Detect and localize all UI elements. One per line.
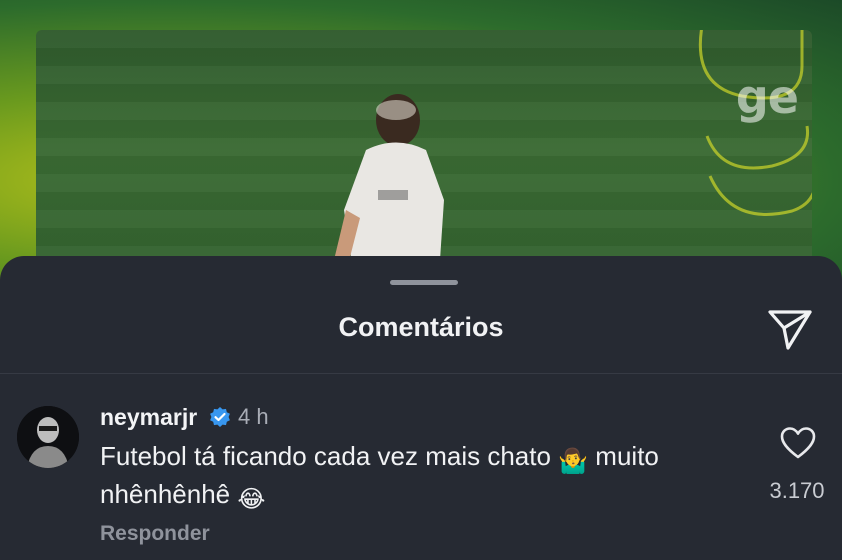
send-icon[interactable] <box>766 306 814 352</box>
ge-logo: ge <box>735 70 799 124</box>
comment-text-part2: muito <box>595 441 659 471</box>
player-figure <box>334 94 444 270</box>
comment-text-part1: Futebol tá ficando cada vez mais chato <box>100 441 551 471</box>
comment-username[interactable]: neymarjr <box>100 404 197 431</box>
avatar-image <box>17 406 79 468</box>
comments-sheet: Comentários neymarjr 4 h Futebol tá fica… <box>0 256 842 560</box>
divider <box>0 373 842 374</box>
comment-time: 4 h <box>238 404 269 429</box>
heart-icon[interactable] <box>780 426 816 460</box>
shrug-emoji: 🤷‍♂️ <box>558 448 589 475</box>
verified-badge-icon <box>210 407 230 427</box>
laughing-emoji: 😂 <box>237 486 266 513</box>
avatar[interactable] <box>17 406 79 468</box>
video-player[interactable]: ge <box>36 30 812 270</box>
reply-button[interactable]: Responder <box>100 522 210 546</box>
sheet-title: Comentários <box>338 312 504 342</box>
like-count: 3.170 <box>769 478 825 503</box>
comment-item: neymarjr 4 h Futebol tá ficando cada vez… <box>0 396 842 560</box>
drag-handle[interactable] <box>390 280 458 285</box>
comment-text-part3: nhênhênhê <box>100 479 231 509</box>
comment-text: Futebol tá ficando cada vez mais chato 🤷… <box>100 440 750 516</box>
ge-logo-frame <box>698 30 812 216</box>
